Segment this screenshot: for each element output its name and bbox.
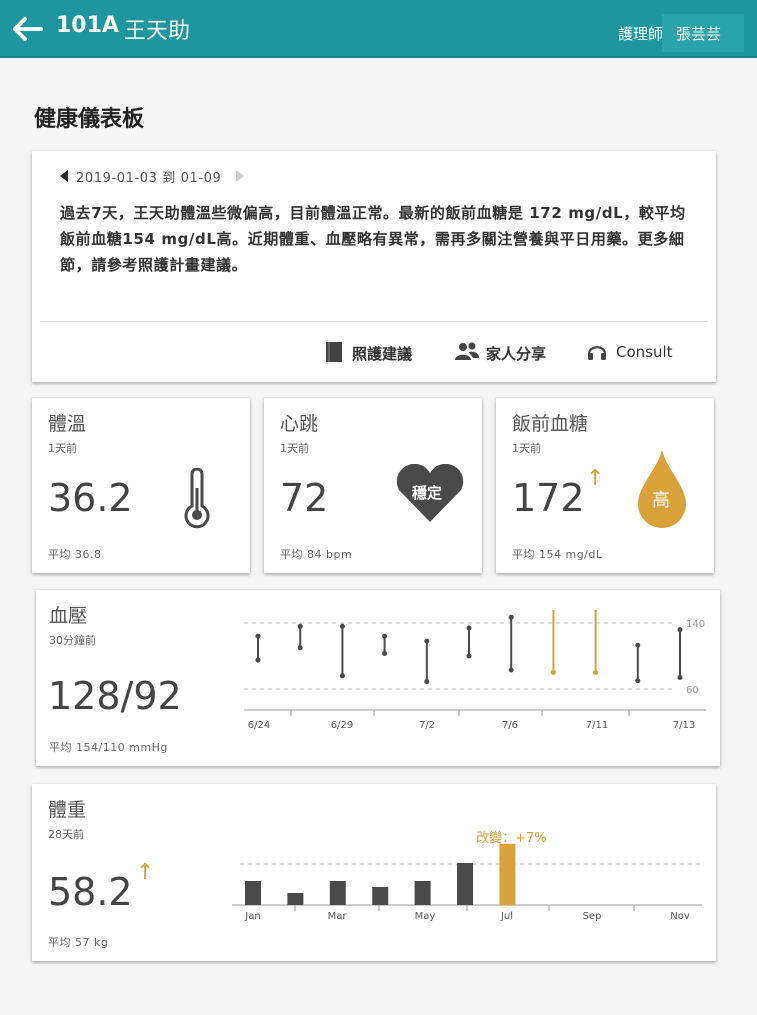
- blood-pressure-chart: 140 60 6/24 6/29 7/2 7/6 7/11 7/13: [244, 610, 706, 731]
- next-week-icon[interactable]: [236, 170, 244, 182]
- weight-bar: [329, 881, 346, 905]
- bp-systolic-point: [677, 627, 683, 633]
- family-share-button[interactable]: 家人分享: [454, 341, 564, 365]
- x-tick-label: Nov: [670, 911, 690, 922]
- heart-rate-time: 1天前: [280, 442, 309, 455]
- care-advice-label: 照護建議: [352, 345, 413, 363]
- people-icon: [455, 342, 479, 360]
- x-tick-label: 6/29: [331, 720, 353, 731]
- weight-average: 平均 57 kg: [48, 936, 109, 949]
- bp-systolic-point: [466, 625, 472, 631]
- thermometer-icon: [184, 468, 210, 529]
- heart-rate-value: 72: [280, 476, 329, 520]
- care-advice-button[interactable]: 照護建議: [324, 341, 424, 365]
- bp-diastolic-point: [339, 673, 345, 679]
- back-arrow-icon[interactable]: [10, 14, 44, 44]
- temperature-time: 1天前: [48, 442, 77, 455]
- bp-systolic-point: [593, 610, 598, 611]
- weight-time: 28天前: [48, 828, 84, 841]
- x-tick-label: 7/6: [502, 720, 518, 731]
- heart-rate-label: 心跳: [280, 413, 319, 435]
- bp-diastolic-point: [593, 670, 599, 675]
- book-icon: [326, 342, 342, 362]
- x-tick-label: Sep: [583, 911, 602, 922]
- weight-change-annotation: 改變：+7%: [476, 830, 547, 846]
- headset-icon: [587, 346, 607, 360]
- glucose-time: 1天前: [512, 442, 541, 455]
- room-number: 101A: [56, 13, 119, 38]
- x-tick-label: 7/11: [586, 720, 608, 731]
- glucose-card[interactable]: 飯前血糖 1天前 172 ↑ 高 平均 154 mg/dL: [496, 398, 714, 573]
- temperature-label: 體溫: [48, 413, 87, 435]
- bp-diastolic-point: [424, 679, 430, 685]
- blood-pressure-average: 平均 154/110 mmHg: [49, 741, 168, 754]
- bp-diastolic-point: [382, 651, 388, 657]
- bp-diastolic-point: [466, 653, 472, 659]
- weight-bar: [287, 893, 304, 905]
- bp-systolic-point: [339, 623, 345, 629]
- glucose-average: 平均 154 mg/dL: [512, 548, 603, 561]
- previous-week-icon[interactable]: [60, 170, 68, 182]
- weight-bar: [457, 863, 473, 905]
- bp-systolic-point: [255, 633, 261, 639]
- summary-text: 過去7天，王天助體溫些微偏高，目前體溫正常。最新的飯前血糖是 172 mg/dL…: [60, 204, 686, 274]
- bp-diastolic-point: [508, 667, 514, 673]
- blood-pressure-card[interactable]: 血壓 30分鐘前 128/92 平均 154/110 mmHg 140 60 6/2…: [36, 590, 720, 766]
- x-tick-label: Mar: [328, 911, 348, 922]
- weight-label: 體重: [48, 799, 87, 821]
- weight-bar: [414, 881, 431, 905]
- bp-systolic-point: [382, 633, 388, 639]
- patient-name: 王天助: [124, 19, 191, 44]
- blood-pressure-value: 128/92: [48, 674, 182, 718]
- bp-systolic-point: [508, 614, 514, 620]
- glucose-value: 172: [512, 476, 585, 520]
- weight-card[interactable]: 體重 28天前 58.2 ↑ 平均 57 kg 5%改變：+7%JanMarMa…: [32, 784, 716, 961]
- blood-pressure-time: 30分鐘前: [49, 634, 96, 647]
- weight-bar: [245, 881, 261, 905]
- bp-diastolic-point: [635, 678, 641, 684]
- weight-chart: 5%改變：+7%JanMarMayJulSepNov: [232, 830, 702, 922]
- glucose-label: 飯前血糖: [512, 413, 589, 435]
- blood-pressure-label: 血壓: [49, 605, 88, 627]
- glucose-up-arrow-icon: ↑: [586, 466, 605, 491]
- lower-reference-label: 60: [686, 685, 699, 696]
- x-tick-label: 7/2: [419, 720, 435, 731]
- temperature-value: 36.2: [48, 476, 133, 520]
- heart-rate-average: 平均 84 bpm: [280, 548, 353, 561]
- bp-systolic-point: [635, 642, 641, 648]
- date-range: 2019-01-03 到 01-09: [76, 171, 222, 186]
- x-tick-label: 7/13: [673, 720, 695, 731]
- weight-up-arrow-icon: ↑: [136, 860, 155, 885]
- glucose-status: 高: [652, 490, 670, 511]
- divider: [40, 321, 708, 322]
- top-app-bar: 101A 王天助 護理師 張芸芸: [0, 0, 757, 58]
- bp-diastolic-point: [297, 645, 303, 651]
- temperature-average: 平均 36.8: [48, 548, 102, 561]
- x-tick-label: 6/24: [248, 720, 270, 731]
- heart-rate-status: 穩定: [412, 484, 443, 502]
- nurse-name[interactable]: 張芸芸: [676, 23, 721, 44]
- temperature-card[interactable]: 體溫 1天前 36.2 平均 36.8: [32, 398, 250, 573]
- bp-systolic-point: [297, 623, 303, 629]
- x-tick-label: May: [415, 911, 436, 922]
- bp-diastolic-point: [255, 657, 261, 663]
- bp-systolic-point: [424, 638, 430, 644]
- bp-diastolic-point: [550, 670, 556, 675]
- summary-card: 2019-01-03 到 01-09 過去7天，王天助體溫些微偏高，目前體溫正常…: [32, 151, 716, 382]
- consult-label: Consult: [616, 343, 673, 361]
- family-share-label: 家人分享: [486, 345, 547, 363]
- consult-button[interactable]: Consult: [586, 341, 696, 365]
- weight-bar: [372, 887, 389, 905]
- upper-reference-label: 140: [686, 619, 705, 630]
- weight-bar: [499, 843, 516, 905]
- bp-diastolic-point: [677, 674, 683, 680]
- weight-value: 58.2: [48, 870, 133, 914]
- x-tick-label: Jan: [244, 911, 260, 922]
- heart-rate-card[interactable]: 心跳 1天前 72 穩定 平均 84 bpm: [264, 398, 482, 573]
- nurse-role: 護理師: [618, 25, 664, 43]
- x-tick-label: Jul: [500, 911, 513, 922]
- page-title: 健康儀表板: [34, 107, 145, 132]
